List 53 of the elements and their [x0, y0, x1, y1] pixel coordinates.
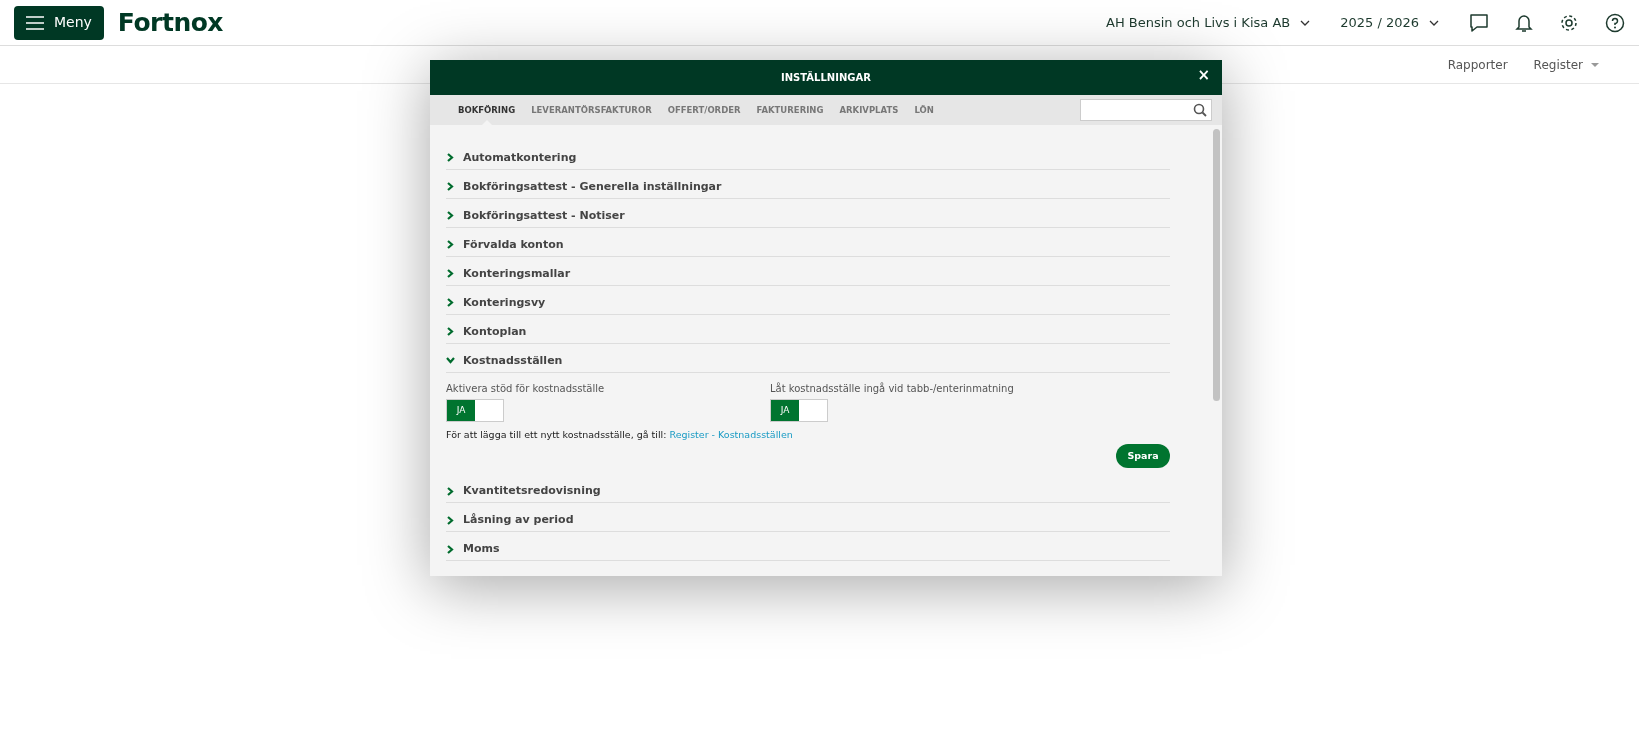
accordion-header[interactable]: Konteringsmallar: [446, 265, 571, 282]
chevron-right-icon: [446, 544, 455, 554]
accordion-header[interactable]: Förvalda konton: [446, 236, 564, 253]
accordion-header[interactable]: Kostnadsställen: [446, 352, 563, 369]
hint-text: För att lägga till ett nytt kostnadsställe, gå till: Register - Kostnadsställen: [446, 428, 794, 442]
help-icon[interactable]: [1605, 12, 1625, 33]
chat-icon[interactable]: [1469, 12, 1489, 33]
caret-icon: [1591, 62, 1599, 67]
tab[interactable]: LÖN: [906, 95, 942, 125]
chevron-right-icon: [446, 515, 455, 525]
accordion-header[interactable]: Kvantitetsredovisning: [446, 482, 601, 500]
scrollbar[interactable]: [1210, 125, 1222, 576]
chevron-right-icon: [446, 298, 455, 308]
bell-icon[interactable]: [1515, 12, 1533, 33]
chevron-right-icon: [446, 211, 455, 221]
chevron-down-icon: [446, 356, 455, 366]
toggle-switch[interactable]: JA: [770, 399, 828, 422]
chevron-right-icon: [446, 486, 455, 496]
accordion-header[interactable]: Automatkontering: [446, 149, 577, 166]
chevron-right-icon: [446, 240, 455, 250]
search-icon: [1193, 103, 1207, 117]
accordion-header[interactable]: Kontoplan: [446, 323, 527, 340]
field-label: Låt kostnadsställe ingå vid tabb-/enterinmatning: [770, 381, 1015, 396]
chevron-right-icon: [446, 153, 455, 163]
nav-link[interactable]: Register: [1533, 55, 1599, 74]
company-selector[interactable]: AH Bensin och Livs i Kisa AB: [1106, 12, 1311, 33]
nav-link[interactable]: Rapporter: [1447, 55, 1508, 74]
tab[interactable]: OFFERT/ORDER: [659, 95, 749, 125]
accordion-header[interactable]: Låsning av period: [446, 511, 574, 529]
close-button[interactable]: ×: [1195, 68, 1212, 83]
dialog-title: INSTÄLLNINGAR: [781, 70, 871, 85]
year-selector[interactable]: 2025 / 2026: [1340, 12, 1439, 33]
save-button[interactable]: Spara: [1116, 444, 1170, 469]
chevron-right-icon: [446, 269, 455, 279]
toggle-switch[interactable]: JA: [446, 399, 504, 422]
field-label: Aktivera stöd för kostnadsställe: [446, 382, 606, 396]
accordion-header[interactable]: Moms: [446, 540, 500, 558]
accordion-header[interactable]: Konteringsvy: [446, 294, 546, 311]
menu-button[interactable]: Meny: [14, 5, 104, 40]
accordion-header[interactable]: Bokföringsattest - Generella inställningar: [446, 178, 722, 195]
settings-icon[interactable]: [1559, 12, 1579, 33]
search-field[interactable]: [1080, 99, 1212, 121]
chevron-right-icon: [446, 327, 455, 337]
tab[interactable]: FAKTURERING: [748, 95, 832, 125]
tab[interactable]: LEVERANTÖRSFAKTUROR: [523, 95, 660, 125]
chevron-down-icon: [1429, 19, 1439, 26]
chevron-right-icon: [446, 182, 455, 192]
menu-icon: [26, 15, 44, 30]
accordion-header[interactable]: Bokföringsattest - Notiser: [446, 207, 625, 224]
chevron-down-icon: [1300, 19, 1311, 26]
tab[interactable]: ARKIVPLATS: [831, 95, 907, 125]
logo[interactable]: Fortnox: [117, 3, 223, 42]
tab[interactable]: BOKFÖRING: [450, 95, 524, 125]
